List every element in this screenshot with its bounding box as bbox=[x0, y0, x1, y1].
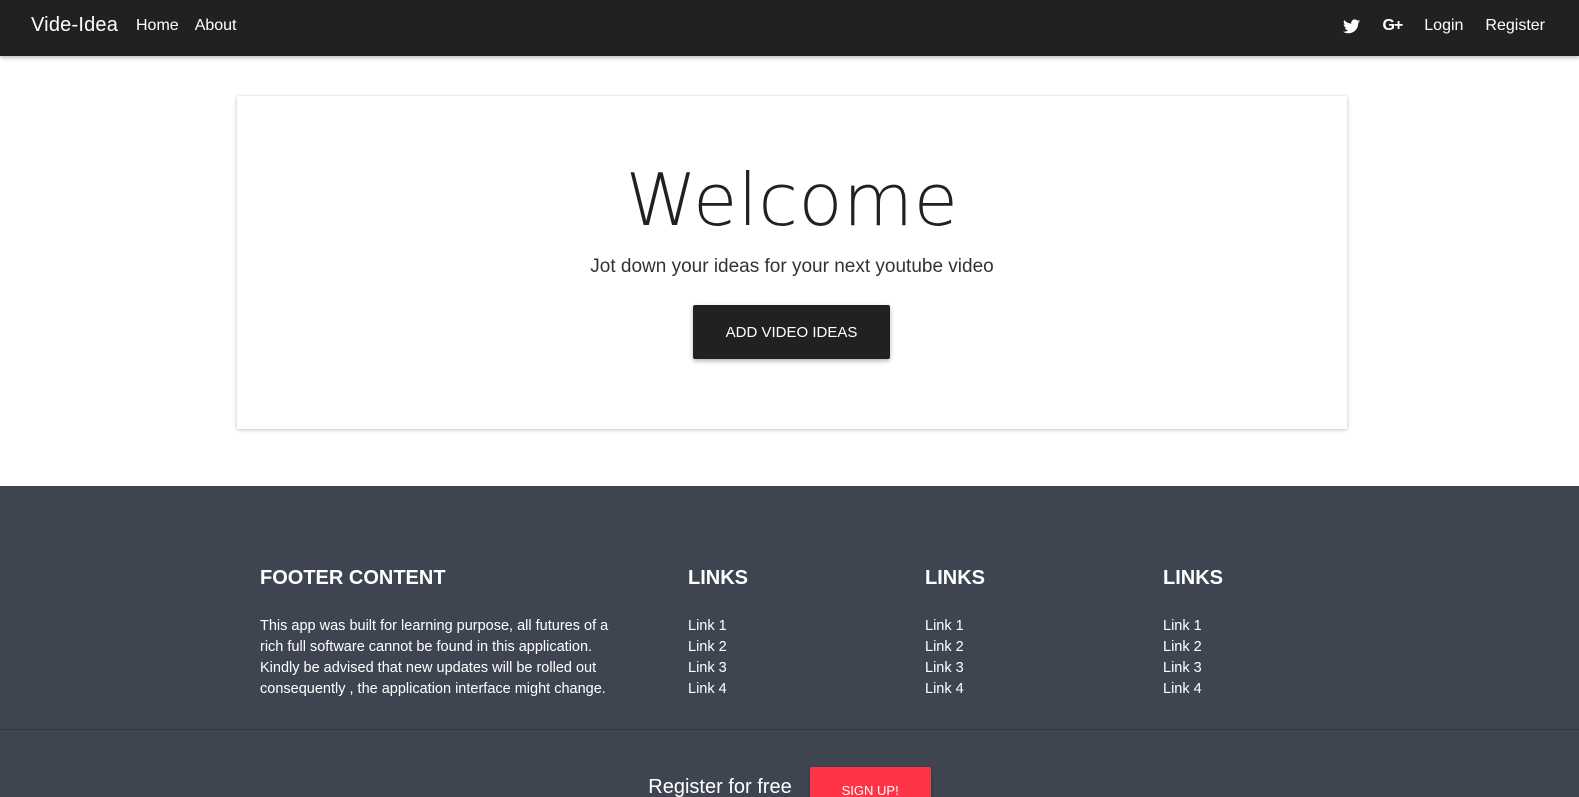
top-navbar: Vide-Idea Home About G+ Login Register bbox=[0, 0, 1579, 56]
footer-link[interactable]: Link 2 bbox=[925, 639, 964, 655]
footer-content-column: FOOTER CONTENT This app was built for le… bbox=[260, 567, 620, 700]
add-video-ideas-button[interactable]: ADD VIDEO IDEAS bbox=[693, 305, 890, 359]
nav-register-link[interactable]: Register bbox=[1485, 17, 1545, 35]
footer-link[interactable]: Link 2 bbox=[688, 639, 727, 655]
welcome-subtitle: Jot down your ideas for your next youtub… bbox=[590, 256, 994, 277]
footer-content-text: This app was built for learning purpose,… bbox=[260, 618, 609, 697]
footer-link[interactable]: Link 3 bbox=[688, 660, 727, 676]
footer-link[interactable]: Link 1 bbox=[688, 618, 727, 634]
nav-about-link[interactable]: About bbox=[195, 17, 237, 35]
footer-content-title: FOOTER CONTENT bbox=[260, 567, 446, 589]
register-cta: Register for free SIGN UP! bbox=[0, 761, 1579, 797]
welcome-heading: Welcome bbox=[625, 158, 959, 242]
footer-link[interactable]: Link 1 bbox=[925, 618, 964, 634]
brand-logo-link[interactable]: Vide-Idea bbox=[31, 14, 118, 37]
footer-links-column-2: LINKS Link 1 Link 2 Link 3 Link 4 bbox=[925, 567, 985, 700]
nav-left-links: Home About bbox=[136, 17, 237, 35]
footer-link[interactable]: Link 4 bbox=[688, 681, 727, 697]
footer-links-title: LINKS bbox=[925, 567, 985, 589]
footer-links-column-3: LINKS Link 1 Link 2 Link 3 Link 4 bbox=[1163, 567, 1223, 700]
nav-right-links: G+ Login Register bbox=[1343, 17, 1545, 35]
footer-divider bbox=[0, 729, 1579, 730]
footer-links-title: LINKS bbox=[688, 567, 748, 589]
register-cta-text: Register for free bbox=[648, 775, 792, 797]
footer-link[interactable]: Link 2 bbox=[1163, 639, 1202, 655]
footer-links-column-1: LINKS Link 1 Link 2 Link 3 Link 4 bbox=[688, 567, 748, 700]
welcome-card: Welcome Jot down your ideas for your nex… bbox=[237, 96, 1347, 429]
nav-login-link[interactable]: Login bbox=[1424, 17, 1463, 35]
page-footer: FOOTER CONTENT This app was built for le… bbox=[0, 486, 1579, 797]
footer-link[interactable]: Link 4 bbox=[1163, 681, 1202, 697]
twitter-icon[interactable] bbox=[1343, 18, 1361, 34]
footer-links-title: LINKS bbox=[1163, 567, 1223, 589]
footer-link[interactable]: Link 3 bbox=[1163, 660, 1202, 676]
footer-link[interactable]: Link 1 bbox=[1163, 618, 1202, 634]
nav-home-link[interactable]: Home bbox=[136, 17, 179, 35]
signup-button[interactable]: SIGN UP! bbox=[809, 767, 931, 797]
footer-link[interactable]: Link 4 bbox=[925, 681, 964, 697]
footer-link[interactable]: Link 3 bbox=[925, 660, 964, 676]
google-plus-icon[interactable]: G+ bbox=[1382, 17, 1403, 35]
